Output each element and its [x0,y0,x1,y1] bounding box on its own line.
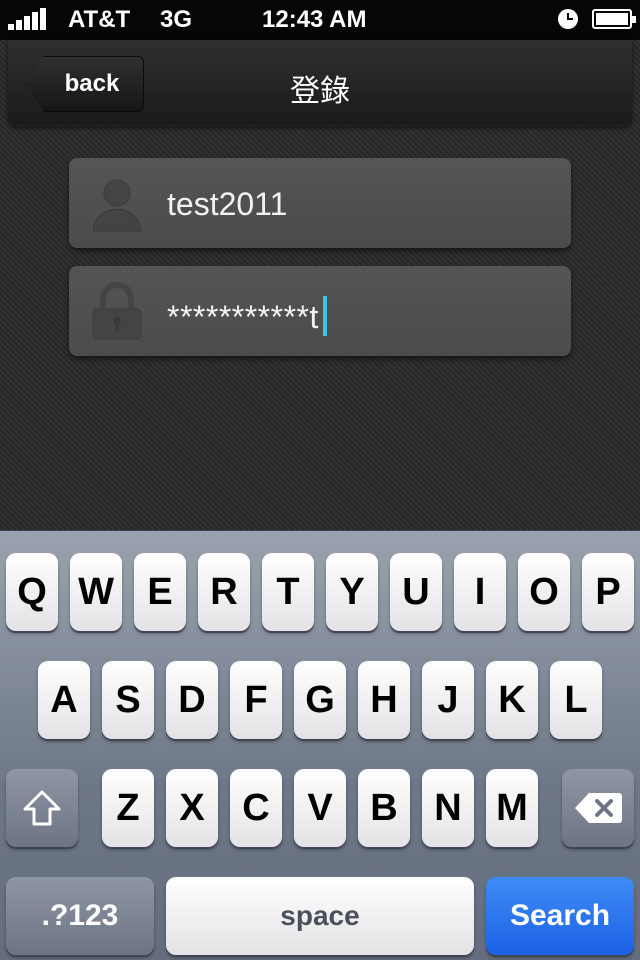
key-label: E [147,570,173,613]
key-label: N [434,786,462,829]
key-u[interactable]: U [390,553,442,631]
key-g[interactable]: G [294,661,346,739]
key-label: A [50,678,78,721]
key-t[interactable]: T [262,553,314,631]
login-screen: back 登錄 test2011 ***********t [0,40,640,530]
network-type: 3G [160,6,193,33]
key-label: P [595,570,621,613]
key-q[interactable]: Q [6,553,58,631]
key-label: J [437,678,459,721]
backspace-icon [575,793,622,823]
backspace-key[interactable] [562,769,634,847]
shift-key[interactable] [6,769,78,847]
key-r[interactable]: R [198,553,250,631]
key-label: Y [339,570,365,613]
username-value: test2011 [167,186,288,222]
status-time: 12:43 AM [262,6,367,33]
key-w[interactable]: W [70,553,122,631]
key-e[interactable]: E [134,553,186,631]
key-label: S [115,678,141,721]
key-label: C [242,786,270,829]
key-n[interactable]: N [422,769,474,847]
key-label: R [210,570,238,613]
key-label: T [276,570,300,613]
key-i[interactable]: I [454,553,506,631]
key-label: W [78,570,114,613]
key-x[interactable]: X [166,769,218,847]
signal-strength-icon [8,8,48,30]
key-o[interactable]: O [518,553,570,631]
carrier-name: AT&T [68,6,131,33]
key-f[interactable]: F [230,661,282,739]
navigation-bar: back 登錄 [8,40,632,126]
key-z[interactable]: Z [102,769,154,847]
key-label: L [564,678,588,721]
key-l[interactable]: L [550,661,602,739]
key-k[interactable]: K [486,661,538,739]
key-label: G [305,678,335,721]
user-icon [92,179,142,232]
key-label: Z [116,786,140,829]
space-key[interactable]: space [166,877,474,955]
key-label: H [370,678,398,721]
key-label: D [178,678,206,721]
key-j[interactable]: J [422,661,474,739]
key-c[interactable]: C [230,769,282,847]
key-label: Q [17,570,47,613]
key-label: I [474,570,486,613]
space-key-label: space [280,900,360,931]
numbers-key[interactable]: .?123 [6,877,154,955]
username-field[interactable]: test2011 [69,158,571,248]
search-key[interactable]: Search [486,877,634,955]
key-a[interactable]: A [38,661,90,739]
numbers-key-label: .?123 [41,899,119,932]
key-v[interactable]: V [294,769,346,847]
key-label: O [529,570,559,613]
password-value: ***********t [167,296,327,336]
key-m[interactable]: M [486,769,538,847]
key-b[interactable]: B [358,769,410,847]
status-bar: AT&T 3G 12:43 AM [0,0,640,40]
page-title: 登錄 [290,74,350,109]
battery-icon [592,9,636,29]
keyboard: QWERTYU IOP ASDFGHJKL ZXCVBNM .?123 space… [0,530,640,960]
search-key-label: Search [509,899,611,932]
text-cursor [322,296,327,336]
key-s[interactable]: S [102,661,154,739]
key-label: V [307,786,333,829]
password-text: ***********t [167,299,319,335]
key-label: X [179,786,205,829]
key-d[interactable]: D [166,661,218,739]
key-h[interactable]: H [358,661,410,739]
password-field[interactable]: ***********t [69,266,571,356]
alarm-clock-icon [558,9,578,29]
lock-icon [92,282,142,340]
key-label: U [402,570,430,613]
key-label: M [496,786,528,829]
key-y[interactable]: Y [326,553,378,631]
key-label: F [244,678,268,721]
key-label: K [498,678,526,721]
key-p[interactable]: P [582,553,634,631]
shift-arrow-icon [23,790,61,826]
key-label: B [370,786,398,829]
